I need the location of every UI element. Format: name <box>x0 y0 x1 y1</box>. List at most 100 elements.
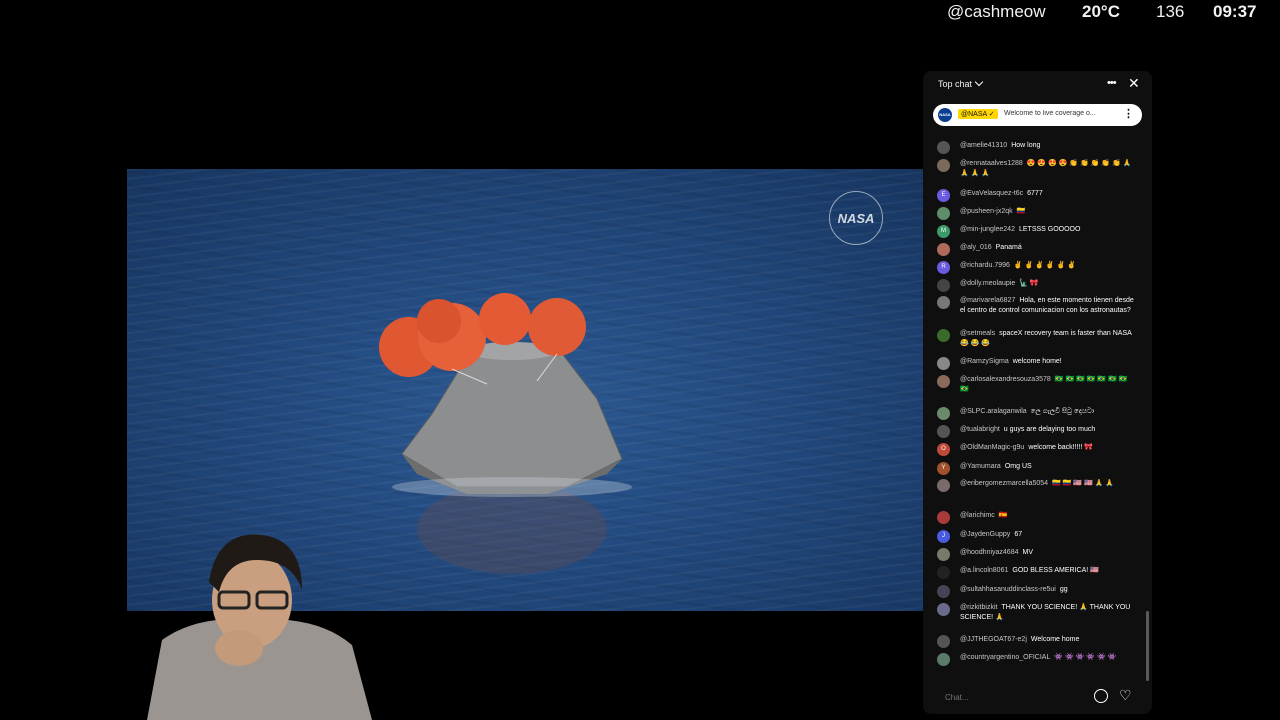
avatar[interactable] <box>937 141 950 154</box>
chat-message[interactable]: O @OldManMagic-g9u welcome back!!!!! 🎀 <box>937 443 1137 456</box>
avatar[interactable]: E <box>937 189 950 202</box>
chat-author[interactable]: @hoodhniyaz4684 <box>960 549 1019 556</box>
chat-message[interactable]: @pusheen-jx2qk 🇨🇴 <box>937 207 1137 220</box>
avatar[interactable] <box>937 511 950 524</box>
chat-author[interactable]: @eribergomezmarcella5054 <box>960 480 1048 487</box>
chat-message[interactable]: J @JaydenGuppy 67 <box>937 530 1137 543</box>
uprighting-bag <box>528 298 586 356</box>
chat-message[interactable]: Y @Yamumara Omg US <box>937 462 1137 475</box>
chat-message-body: @eribergomezmarcella5054 🇨🇴 🇨🇴 🇺🇸 🇺🇸 🙏 🙏 <box>960 479 1137 489</box>
chat-message-body: @larichimc 🇪🇸 <box>960 511 1137 521</box>
pinned-message[interactable]: NASA @NASA ✓ Welcome to live coverage o.… <box>933 104 1142 126</box>
heart-icon[interactable]: ♡ <box>1119 687 1132 704</box>
avatar[interactable] <box>937 425 950 438</box>
avatar[interactable]: O <box>937 443 950 456</box>
chat-message[interactable]: @eribergomezmarcella5054 🇨🇴 🇨🇴 🇺🇸 🇺🇸 🙏 🙏 <box>937 479 1137 492</box>
avatar[interactable] <box>937 357 950 370</box>
chat-author[interactable]: @countryargentino_OFICIAL <box>960 654 1050 661</box>
chat-author[interactable]: @sultahhasanuddinclass-re5ui <box>960 586 1056 593</box>
emoji-icon[interactable] <box>1094 689 1108 703</box>
more-options-icon[interactable]: ⋮ <box>1123 107 1134 120</box>
chat-author[interactable]: @SLPC.aralaganwila <box>960 408 1027 415</box>
chat-message[interactable]: @carlosalexandresouza3578 🇧🇷 🇧🇷 🇧🇷 🇧🇷 🇧🇷 … <box>937 375 1137 394</box>
chat-message[interactable]: @amelie41310 How long <box>937 141 1137 154</box>
chat-message-body: @EvaVelasquez-t6c 6777 <box>960 189 1137 199</box>
chat-text: 🇪🇸 <box>998 512 1008 519</box>
chat-author[interactable]: @rennataalves1288 <box>960 160 1023 167</box>
avatar[interactable] <box>937 566 950 579</box>
avatar[interactable] <box>937 375 950 388</box>
avatar[interactable]: R <box>937 261 950 274</box>
chat-messages[interactable]: @amelie41310 How long @rennataalves1288 😍 😍… <box>923 128 1152 683</box>
orion-capsule <box>401 346 623 488</box>
more-options-icon[interactable]: ••• <box>1107 77 1117 89</box>
chat-author[interactable]: @richardu.7996 <box>960 262 1010 269</box>
avatar[interactable] <box>937 159 950 172</box>
chat-message[interactable]: @hoodhniyaz4684 MV <box>937 548 1137 561</box>
chat-message[interactable]: @sultahhasanuddinclass-re5ui gg <box>937 585 1137 598</box>
avatar[interactable] <box>937 635 950 648</box>
avatar[interactable] <box>937 243 950 256</box>
chat-author[interactable]: @dolly.meolaupie <box>960 280 1015 287</box>
avatar[interactable]: M <box>937 225 950 238</box>
chat-text: 67 <box>1014 531 1023 538</box>
sea-foam <box>392 477 632 497</box>
uprighting-bag <box>417 299 461 343</box>
chat-input[interactable] <box>937 687 1097 709</box>
chat-message[interactable]: @rizkitbizkit THANK YOU SCIENCE! 🙏 THANK … <box>937 603 1137 622</box>
chat-author[interactable]: @OldManMagic-g9u <box>960 444 1024 451</box>
avatar[interactable] <box>937 653 950 666</box>
chat-author[interactable]: @rizkitbizkit <box>960 604 997 611</box>
chat-message[interactable]: @SLPC.aralaganwila ලෙ ගැලවී සිටු දෙයටා <box>937 407 1137 420</box>
chat-message[interactable]: @setmeals spaceX recovery team is faster … <box>937 329 1137 348</box>
chat-message[interactable]: @JJTHEGOAT67-e2j Welcome home <box>937 635 1137 648</box>
avatar[interactable]: J <box>937 530 950 543</box>
chat-author[interactable]: @setmeals <box>960 330 995 337</box>
avatar[interactable] <box>937 329 950 342</box>
avatar[interactable] <box>937 296 950 309</box>
avatar[interactable] <box>937 585 950 598</box>
chat-author[interactable]: @EvaVelasquez-t6c <box>960 190 1023 197</box>
avatar[interactable]: Y <box>937 462 950 475</box>
chat-author[interactable]: @larichimc <box>960 512 995 519</box>
chat-author[interactable]: @carlosalexandresouza3578 <box>960 376 1051 383</box>
chat-author[interactable]: @amelie41310 <box>960 142 1007 149</box>
chat-message[interactable]: @dolly.meolaupie 🗽 🎀 <box>937 279 1137 292</box>
chat-message[interactable]: M @min-junglee242 LETSSS GOOOOO <box>937 225 1137 238</box>
chat-author[interactable]: @aly_016 <box>960 244 992 251</box>
chat-author[interactable]: @marivarela6827 <box>960 297 1015 304</box>
chat-text: ✌ ✌ ✌ ✌ ✌ ✌ <box>1013 262 1076 269</box>
chat-author[interactable]: @RamzySigma <box>960 358 1009 365</box>
chat-message[interactable]: @a.lincoln8061 GOD BLESS AMERICA! 🇺🇸 <box>937 566 1137 579</box>
avatar[interactable] <box>937 603 950 616</box>
chat-author[interactable]: @a.lincoln8061 <box>960 567 1008 574</box>
chat-message-body: @hoodhniyaz4684 MV <box>960 548 1137 558</box>
chat-author[interactable]: @Yamumara <box>960 463 1001 470</box>
chat-author[interactable]: @tualabright <box>960 426 1000 433</box>
avatar[interactable] <box>937 207 950 220</box>
chat-message-body: @pusheen-jx2qk 🇨🇴 <box>960 207 1137 217</box>
chat-text: 🇨🇴 🇨🇴 🇺🇸 🇺🇸 🙏 🙏 <box>1052 480 1115 487</box>
chat-mode-dropdown[interactable]: Top chat <box>938 77 984 89</box>
chat-scrollbar[interactable] <box>1146 611 1149 681</box>
avatar[interactable] <box>937 548 950 561</box>
avatar[interactable] <box>937 279 950 292</box>
chat-author[interactable]: @JJTHEGOAT67-e2j <box>960 636 1027 643</box>
close-icon[interactable]: ✕ <box>1128 75 1140 92</box>
chat-message[interactable]: @larichimc 🇪🇸 <box>937 511 1137 524</box>
chat-author[interactable]: @JaydenGuppy <box>960 531 1010 538</box>
chat-message[interactable]: R @richardu.7996 ✌ ✌ ✌ ✌ ✌ ✌ <box>937 261 1137 274</box>
chat-message[interactable]: @marivarela6827 Hola, en este momento tie… <box>937 296 1137 315</box>
chat-author[interactable]: @min-junglee242 <box>960 226 1015 233</box>
chat-message[interactable]: @aly_016 Panamá <box>937 243 1137 256</box>
chat-author[interactable]: @pusheen-jx2qk <box>960 208 1013 215</box>
chat-message[interactable]: @tualabright u guys are delaying too much <box>937 425 1137 438</box>
chat-message[interactable]: @rennataalves1288 😍 😍 😍 😍 👏 👏 👏 👏 👏 🙏 🙏 🙏… <box>937 159 1137 178</box>
chat-text: Welcome home <box>1030 636 1080 643</box>
chat-message[interactable]: E @EvaVelasquez-t6c 6777 <box>937 189 1137 202</box>
avatar[interactable] <box>937 407 950 420</box>
avatar[interactable] <box>937 479 950 492</box>
chat-message[interactable]: @countryargentino_OFICIAL 👾 👾 👾 👾 👾 👾 <box>937 653 1137 666</box>
chat-message[interactable]: @RamzySigma welcome home! <box>937 357 1137 370</box>
nasa-avatar: NASA <box>938 108 952 122</box>
